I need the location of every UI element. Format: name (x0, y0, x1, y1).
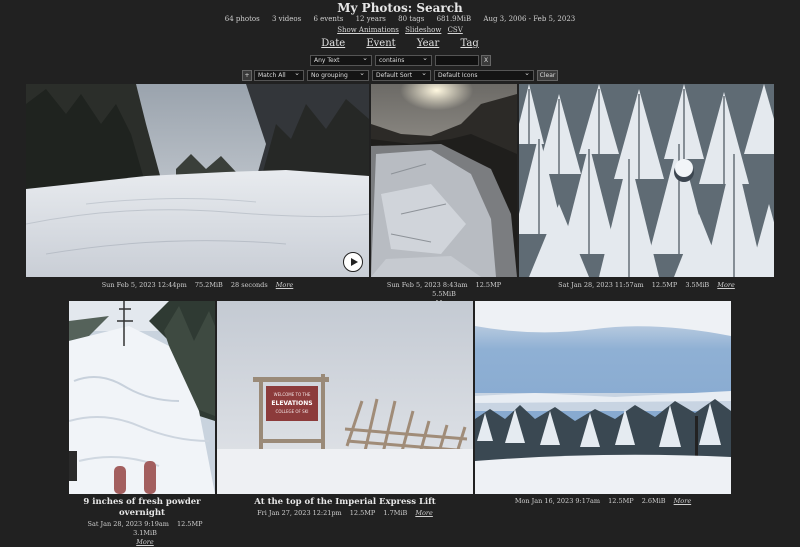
photo-caption: Sat Jan 28, 2023 11:57am 12.5MP 3.5MiB M… (519, 281, 774, 290)
photo-size: 5.5MiB (432, 290, 456, 298)
tab-event[interactable]: Event (366, 38, 395, 49)
page-title: My Photos: Search (337, 1, 463, 15)
stat-size: 681.9MiB (436, 15, 472, 23)
add-criterion-button[interactable]: + (242, 70, 252, 81)
more-link[interactable]: More (674, 497, 692, 505)
tab-tag[interactable]: Tag (460, 38, 478, 49)
more-link[interactable]: More (276, 281, 294, 289)
photo-date: Sun Feb 5, 2023 8:43am (386, 281, 468, 289)
csv-link[interactable]: CSV (448, 26, 463, 34)
photo-date: Sat Jan 28, 2023 11:57am (558, 281, 644, 289)
stat-videos: 3 videos (271, 15, 302, 23)
photo-date: Mon Jan 16, 2023 9:17am (514, 497, 601, 505)
grouping-tabs: Date Event Year Tag (0, 38, 800, 49)
photo-caption: Sat Jan 28, 2023 9:19am 12.5MP 3.1MiB Mo… (69, 520, 221, 547)
sign-line-1: WELCOME TO THE (274, 392, 311, 397)
tab-year[interactable]: Year (417, 38, 439, 49)
photo-resolution: 12.5MP (349, 509, 376, 517)
photo-size: 1.7MiB (383, 509, 408, 517)
photo-title: At the top of the Imperial Express Lift (254, 497, 436, 507)
photo-resolution: 12.5MP (475, 281, 502, 289)
photo-resolution: 12.5MP (608, 497, 634, 505)
photo-summit-sign[interactable]: WELCOME TO THE ELEVATIONS COLLEGE OF SKI (217, 301, 473, 494)
sign-line-2: ELEVATIONS (271, 400, 312, 407)
clear-button[interactable]: Clear (537, 70, 558, 81)
photo-resolution: 12.5MP (651, 281, 678, 289)
grouping-select[interactable]: No grouping (307, 69, 369, 81)
photo-title: 9 inches of fresh powder overnight (83, 497, 201, 518)
photo-ski-slope-video[interactable] (26, 84, 369, 277)
photo-frozen-river[interactable] (371, 84, 517, 277)
photo-mountain-vista[interactable] (475, 301, 731, 494)
match-select[interactable]: Match All (254, 69, 304, 81)
sign-line-3: COLLEGE OF SKI (276, 409, 309, 414)
more-link[interactable]: More (717, 281, 735, 289)
photo-size: 3.5MiB (685, 281, 710, 289)
view-links: Show Animations Slideshow CSV (0, 26, 800, 34)
photo-caption: Sun Feb 5, 2023 12:44pm 75.2MiB 28 secon… (26, 281, 369, 290)
stat-tags: 80 tags (398, 15, 425, 23)
photo-size: 3.1MiB (133, 529, 157, 537)
stat-events: 6 events (313, 15, 344, 23)
photo-fresh-powder[interactable] (69, 301, 215, 494)
icons-select[interactable]: Default Icons (434, 69, 534, 81)
slideshow-link[interactable]: Slideshow (405, 26, 441, 34)
search-input[interactable] (435, 55, 479, 66)
photo-size: 75.2MiB (194, 281, 223, 289)
video-duration: 28 seconds (230, 281, 268, 289)
photo-date: Sat Jan 28, 2023 9:19am (87, 520, 169, 528)
photo-date: Sun Feb 5, 2023 12:44pm (101, 281, 187, 289)
stat-photos: 64 photos (224, 15, 260, 23)
photo-caption: Mon Jan 16, 2023 9:17am 12.5MP 2.6MiB Mo… (475, 497, 731, 506)
search-field-select[interactable]: Any Text (310, 54, 372, 66)
stat-date-range: Aug 3, 2006 - Feb 5, 2023 (483, 15, 576, 23)
photo-snowy-forest[interactable] (519, 84, 774, 277)
photo-date: Fri Jan 27, 2023 12:21pm (257, 509, 342, 517)
stats-bar: 64 photos 3 videos 6 events 12 years 80 … (0, 15, 800, 23)
remove-criterion-button[interactable]: X (481, 55, 491, 66)
tab-date[interactable]: Date (321, 38, 345, 49)
photo-caption: Fri Jan 27, 2023 12:21pm 12.5MP 1.7MiB M… (217, 509, 473, 518)
stat-years: 12 years (355, 15, 386, 23)
sort-select[interactable]: Default Sort (372, 69, 431, 81)
show-animations-link[interactable]: Show Animations (337, 26, 399, 34)
photo-size: 2.6MiB (641, 497, 666, 505)
play-icon[interactable] (343, 252, 363, 272)
more-link[interactable]: More (136, 538, 154, 546)
more-link[interactable]: More (415, 509, 433, 517)
photo-resolution: 12.5MP (176, 520, 203, 528)
search-operator-select[interactable]: contains (375, 54, 432, 66)
